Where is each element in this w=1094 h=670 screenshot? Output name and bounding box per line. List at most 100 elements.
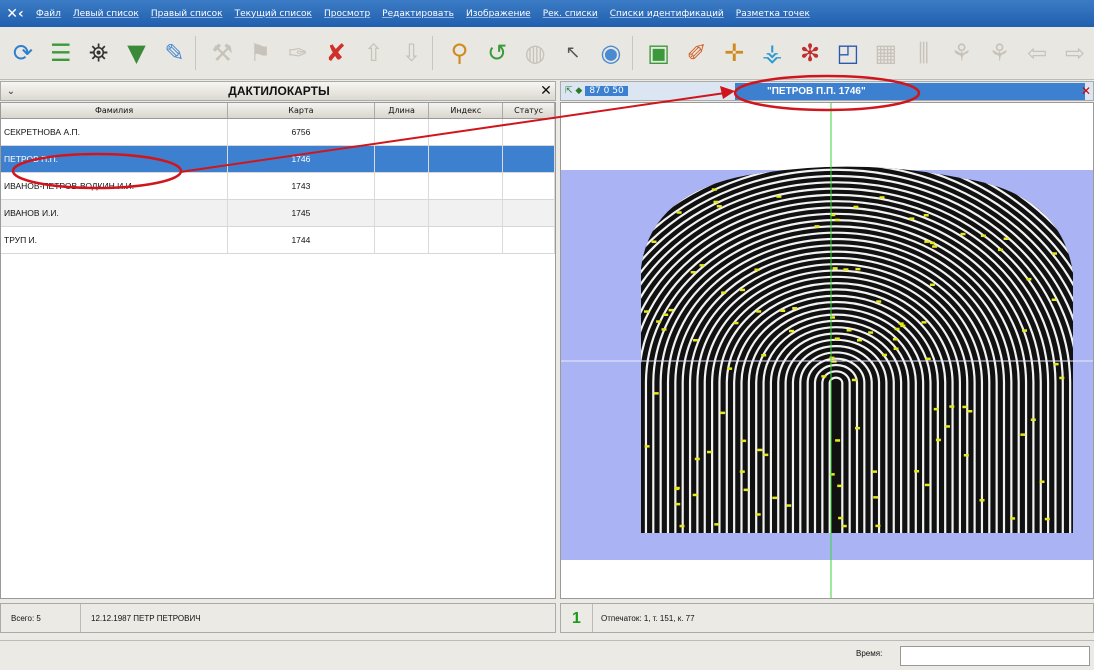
filter-icon[interactable]: ▼ <box>120 36 154 70</box>
right-panel-header: ⇱ ◆ 87 0 50 "ПЕТРОВ П.П. 1746" ✕ <box>560 81 1094 101</box>
minutia-mark <box>644 445 650 448</box>
minutia-mark <box>925 357 931 361</box>
minutia-mark <box>776 195 782 198</box>
cell-surname: СЕКРЕТНОВА А.П. <box>1 119 229 145</box>
minutia-mark <box>757 448 763 452</box>
minutia-mark <box>711 188 717 191</box>
minutia-mark <box>720 411 726 415</box>
table-row[interactable]: ИВАНОВ И.И. 1745 <box>1 200 555 227</box>
minutia-mark <box>875 524 881 528</box>
minutia-mark <box>1022 329 1027 332</box>
image-title: "ПЕТРОВ П.П. 1746" <box>735 83 1085 100</box>
minutia-mark <box>855 267 861 271</box>
menu-image[interactable]: Изображение <box>460 9 537 19</box>
minutia-mark <box>780 309 786 312</box>
cell-length <box>375 173 430 199</box>
table-row[interactable]: ИВАНОВ-ПЕТРОВ-ВОДКИН И.И. 1743 <box>1 173 555 200</box>
minutia-mark <box>743 488 749 492</box>
minutia-mark <box>841 524 847 528</box>
left-status-bar: Всего: 5 12.12.1987 ПЕТР ПЕТРОВИЧ <box>0 603 556 633</box>
minutia-mark <box>963 454 969 457</box>
menu-edit[interactable]: Редактировать <box>376 9 460 19</box>
finger-number: 1 <box>561 604 593 632</box>
crosshair-icon[interactable]: ✛ <box>717 36 751 70</box>
menu-right-list[interactable]: Правый список <box>145 9 229 19</box>
pin-icon[interactable]: ✑ <box>281 36 315 70</box>
branch-icon[interactable]: ⚶ <box>755 36 789 70</box>
menu-point-markup[interactable]: Разметка точек <box>730 9 816 19</box>
delete-icon[interactable]: ✘ <box>319 36 353 70</box>
minutia-mark <box>1059 376 1065 380</box>
minutia-mark <box>846 329 852 332</box>
minutia-mark <box>656 320 662 323</box>
chevron-down-icon[interactable]: ⌄ <box>1 86 21 97</box>
cell-status <box>503 227 555 253</box>
compare-icon[interactable]: ⚘ <box>945 36 979 70</box>
palette-icon[interactable]: ◍ <box>518 36 552 70</box>
column-header-index[interactable]: Индекс <box>429 103 504 118</box>
minutia-mark <box>754 268 760 271</box>
brush-icon[interactable]: ✐ <box>680 36 714 70</box>
cell-length <box>375 119 430 145</box>
menu-view[interactable]: Просмотр <box>318 9 376 19</box>
minutia-mark <box>945 425 950 428</box>
close-icon[interactable]: ✕ <box>537 83 555 99</box>
image-icon[interactable]: ▣ <box>642 36 676 70</box>
minutia-mark <box>829 473 835 476</box>
minutia-mark <box>1010 517 1016 520</box>
cell-length <box>375 146 430 172</box>
arrow-down-icon[interactable]: ⇩ <box>395 36 429 70</box>
image-tools-icon[interactable]: ⇱ ◆ <box>561 86 582 96</box>
fingerprint-image <box>561 103 1093 598</box>
minutia-mark <box>872 470 877 473</box>
tool-icon[interactable]: ⚒ <box>205 36 239 70</box>
minutia-mark <box>772 496 778 500</box>
column-header-card[interactable]: Карта <box>228 103 375 118</box>
toolbar-separator <box>631 36 638 70</box>
minutia-mark <box>898 322 904 325</box>
compare-alt-icon[interactable]: ⚘ <box>982 36 1016 70</box>
grid-icon[interactable]: ▦ <box>869 36 903 70</box>
refresh-icon[interactable]: ⟳ <box>6 36 40 70</box>
table-row[interactable]: ТРУП И. 1744 <box>1 227 555 254</box>
disk-icon[interactable]: ◉ <box>594 36 628 70</box>
minutia-mark <box>707 450 712 454</box>
frame-icon[interactable]: ◰ <box>831 36 865 70</box>
fingerprint-viewer[interactable] <box>560 102 1094 599</box>
columns-icon[interactable]: ⫼ <box>907 36 941 70</box>
arrow-up-icon[interactable]: ⇧ <box>357 36 391 70</box>
undo-icon[interactable]: ↺ <box>480 36 514 70</box>
table-row-selected[interactable]: ПЕТРОВ П.П. 1746 <box>1 146 555 173</box>
menu-left-list[interactable]: Левый список <box>67 9 145 19</box>
table-row[interactable]: СЕКРЕТНОВА А.П. 6756 <box>1 119 555 146</box>
column-header-surname[interactable]: Фамилия <box>1 103 229 118</box>
minutia-mark <box>676 211 682 214</box>
minutia-mark <box>949 405 955 408</box>
minutia-mark <box>960 232 966 236</box>
menu-current-list[interactable]: Текущий список <box>229 9 318 19</box>
menu-bar: ✕‹ Файл Левый список Правый список Текущ… <box>0 0 1094 27</box>
minutia-mark <box>1003 237 1009 240</box>
column-header-status[interactable]: Статус <box>503 103 555 118</box>
menu-rec-lists[interactable]: Рек. списки <box>537 9 604 19</box>
minutia-mark <box>924 483 930 487</box>
forward-icon[interactable]: ⇨ <box>1058 36 1092 70</box>
minutia-mark <box>792 307 798 310</box>
minutia-mark <box>740 288 745 292</box>
binoculars-icon[interactable]: ⛯ <box>82 36 116 70</box>
pointer-icon[interactable]: ↖ <box>556 36 590 70</box>
minutia-mark <box>873 496 879 499</box>
close-icon[interactable]: ✕ <box>1081 84 1091 98</box>
back-icon[interactable]: ⇦ <box>1020 36 1054 70</box>
zoom-icon[interactable]: ⚲ <box>442 36 476 70</box>
edit-document-icon[interactable]: ✎ <box>157 36 191 70</box>
minutia-mark <box>716 205 722 208</box>
minutiae-icon[interactable]: ✻ <box>793 36 827 70</box>
minutia-mark <box>882 353 887 357</box>
menu-file[interactable]: Файл <box>30 9 67 19</box>
menu-identification-lists[interactable]: Списки идентификаций <box>604 9 730 19</box>
list-icon[interactable]: ☰ <box>44 36 78 70</box>
minutia-mark <box>909 217 915 220</box>
flag-icon[interactable]: ⚑ <box>243 36 277 70</box>
column-header-length[interactable]: Длина <box>375 103 430 118</box>
